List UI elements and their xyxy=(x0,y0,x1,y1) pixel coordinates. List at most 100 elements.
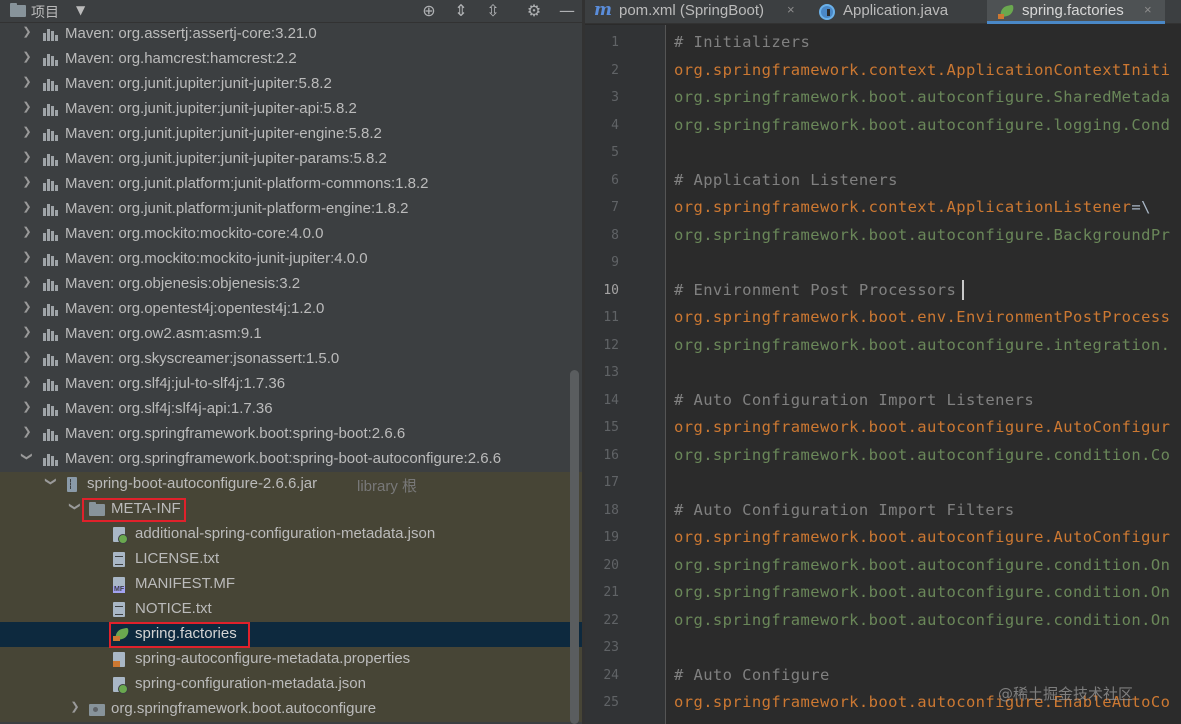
chevron-right-icon[interactable]: ❯ xyxy=(21,125,33,138)
locate-target-icon[interactable]: ⊕ xyxy=(418,0,440,22)
tree-item[interactable]: spring.factories xyxy=(0,622,582,647)
chevron-down-icon[interactable]: ❯ xyxy=(45,476,58,488)
tree-item[interactable]: ❯ Maven: org.mockito:mockito-junit-jupite… xyxy=(0,247,582,272)
code-text: # Auto Configure xyxy=(674,665,830,684)
chevron-right-icon[interactable]: ❯ xyxy=(21,250,33,263)
tree-item-label: Maven: org.skyscreamer:jsonassert:1.5.0 xyxy=(65,350,340,367)
chevron-right-icon[interactable]: ❯ xyxy=(69,700,81,713)
line-number: 4 xyxy=(611,117,619,133)
tree-item[interactable]: ❯ Maven: org.junit.jupiter:junit-jupiter-… xyxy=(0,97,582,122)
tree-item[interactable]: LICENSE.txt xyxy=(0,547,582,572)
text-file-icon xyxy=(113,552,125,567)
tree-item-label: NOTICE.txt xyxy=(135,600,212,617)
chevron-right-icon[interactable]: ❯ xyxy=(21,100,33,113)
project-panel-header: 项目 ▼ ⊕ ⇕ ⇳ ⚙ — xyxy=(0,0,582,23)
tree-item[interactable]: NOTICE.txt xyxy=(0,597,582,622)
tree-item-label: Maven: org.springframework.boot:spring-b… xyxy=(65,425,406,442)
tree-item[interactable]: ❯ Maven: org.junit.jupiter:junit-jupiter-… xyxy=(0,122,582,147)
line-number: 22 xyxy=(603,612,619,628)
tree-scrollbar[interactable] xyxy=(570,370,579,724)
tree-item[interactable]: spring-autoconfigure-metadata.properties xyxy=(0,647,582,672)
tree-item[interactable]: ❯ org.springframework.boot.autoconfigure xyxy=(0,697,582,722)
tree-item[interactable]: ❯ Maven: org.junit.platform:junit-platfor… xyxy=(0,172,582,197)
chevron-right-icon[interactable]: ❯ xyxy=(21,275,33,288)
tree-item[interactable]: ❯ Maven: org.springframework.boot:spring-… xyxy=(0,422,582,447)
line-number: 9 xyxy=(611,255,619,270)
line-number: 8 xyxy=(611,227,619,243)
tree-item[interactable]: spring-configuration-metadata.json xyxy=(0,672,582,697)
chevron-right-icon[interactable]: ❯ xyxy=(21,225,33,238)
close-icon[interactable]: × xyxy=(787,2,795,17)
tree-item[interactable]: ❯ Maven: org.slf4j:slf4j-api:1.7.36 xyxy=(0,397,582,422)
tree-item[interactable]: ❯ Maven: org.junit.jupiter:junit-jupiter-… xyxy=(0,147,582,172)
tab-spring-factories[interactable]: spring.factories × xyxy=(987,0,1165,24)
tree-item[interactable]: ❯ Maven: org.junit.jupiter:junit-jupiter:… xyxy=(0,72,582,97)
chevron-right-icon[interactable]: ❯ xyxy=(21,150,33,163)
tree-item-hint: library 根 xyxy=(357,478,418,495)
library-icon xyxy=(43,402,59,418)
tree-item[interactable]: ❯ Maven: org.opentest4j:opentest4j:1.2.0 xyxy=(0,297,582,322)
code-text: org.springframework.context.ApplicationL… xyxy=(674,198,1132,216)
hide-panel-icon[interactable]: — xyxy=(556,0,578,22)
line-number: 25 xyxy=(603,695,619,710)
tree-item-label: Maven: org.mockito:mockito-core:4.0.0 xyxy=(65,225,324,242)
chevron-right-icon[interactable]: ❯ xyxy=(21,425,33,438)
tree-item[interactable]: MANIFEST.MF xyxy=(0,572,582,597)
collapse-all-icon[interactable]: ⇳ xyxy=(482,0,504,22)
tree-item[interactable]: ❯ Maven: org.junit.platform:junit-platfor… xyxy=(0,197,582,222)
tab-pom-xml[interactable]: m pom.xml (SpringBoot) × xyxy=(585,0,809,24)
chevron-down-icon[interactable]: ❯ xyxy=(21,451,34,463)
code-text: org.springframework.boot.env.Environment… xyxy=(674,308,1171,326)
chevron-right-icon[interactable]: ❯ xyxy=(21,50,33,63)
code-property-key: org.springframework.context.ApplicationL… xyxy=(674,198,1151,216)
tree-item[interactable]: ❯ spring-boot-autoconfigure-2.6.6.jar libr… xyxy=(0,472,582,497)
tree-item[interactable]: ❯ Maven: org.ow2.asm:asm:9.1 xyxy=(0,322,582,347)
library-icon xyxy=(43,277,59,293)
tree-item[interactable]: ❯ Maven: org.mockito:mockito-core:4.0.0 xyxy=(0,222,582,247)
chevron-right-icon[interactable]: ❯ xyxy=(21,400,33,413)
library-icon xyxy=(43,52,59,68)
library-icon xyxy=(43,427,59,443)
package-icon xyxy=(89,704,105,716)
tree-item[interactable]: ❯ Maven: org.slf4j:jul-to-slf4j:1.7.36 xyxy=(0,372,582,397)
text-caret xyxy=(962,280,964,300)
expand-all-icon[interactable]: ⇕ xyxy=(450,0,472,22)
close-icon[interactable]: × xyxy=(1144,2,1152,17)
tree-item[interactable]: ❯ Maven: org.hamcrest:hamcrest:2.2 xyxy=(0,47,582,72)
tree-item-label: META-INF xyxy=(111,500,181,517)
library-icon xyxy=(43,377,59,393)
tree-item[interactable]: ❯ Maven: org.assertj:assertj-core:3.21.0 xyxy=(0,22,582,47)
chevron-right-icon[interactable]: ❯ xyxy=(21,300,33,313)
chevron-down-icon[interactable]: ❯ xyxy=(69,501,82,513)
chevron-right-icon[interactable]: ❯ xyxy=(21,175,33,188)
chevron-right-icon[interactable]: ❯ xyxy=(21,325,33,338)
chevron-right-icon[interactable]: ❯ xyxy=(21,375,33,388)
tree-item[interactable]: ❯ Maven: org.springframework.boot:spring-… xyxy=(0,447,582,472)
tree-item-label: Maven: org.slf4j:slf4j-api:1.7.36 xyxy=(65,400,273,417)
tab-application-java[interactable]: Application.java × xyxy=(810,0,986,24)
gear-icon[interactable]: ⚙ xyxy=(523,0,545,22)
tree-item[interactable]: ❯ META-INF xyxy=(0,497,582,522)
line-number: 5 xyxy=(611,145,619,160)
chevron-right-icon[interactable]: ❯ xyxy=(21,200,33,213)
code-text: org.springframework.boot.autoconfigure.S… xyxy=(674,88,1171,106)
tree-item[interactable]: ❯ Maven: org.objenesis:objenesis:3.2 xyxy=(0,272,582,297)
code-property-key: org.springframework.context.ApplicationC… xyxy=(674,61,1170,79)
tree-item[interactable]: ❯ Maven: org.skyscreamer:jsonassert:1.5.0 xyxy=(0,347,582,372)
project-panel-title[interactable]: 项目 xyxy=(31,2,59,22)
jar-icon xyxy=(67,477,77,492)
chevron-right-icon[interactable]: ❯ xyxy=(21,75,33,88)
tree-item[interactable]: additional-spring-configuration-metadata… xyxy=(0,522,582,547)
chevron-right-icon[interactable]: ❯ xyxy=(21,350,33,363)
tree-item-label: Maven: org.springframework.boot:spring-b… xyxy=(65,450,502,467)
code-property-key: org.springframework.boot.autoconfigure.A… xyxy=(674,528,1170,546)
code-text: org.springframework.boot.autoconfigure.A… xyxy=(674,528,1171,546)
tree-item-label: additional-spring-configuration-metadata… xyxy=(135,525,436,542)
properties-file-icon xyxy=(113,652,125,667)
chevron-right-icon[interactable]: ❯ xyxy=(21,25,33,38)
line-number: 12 xyxy=(603,337,619,353)
library-icon xyxy=(43,252,59,268)
chevron-down-icon[interactable]: ▼ xyxy=(76,3,85,17)
code-comment: # Environment Post Processors xyxy=(674,281,956,299)
project-folder-icon xyxy=(10,3,26,17)
